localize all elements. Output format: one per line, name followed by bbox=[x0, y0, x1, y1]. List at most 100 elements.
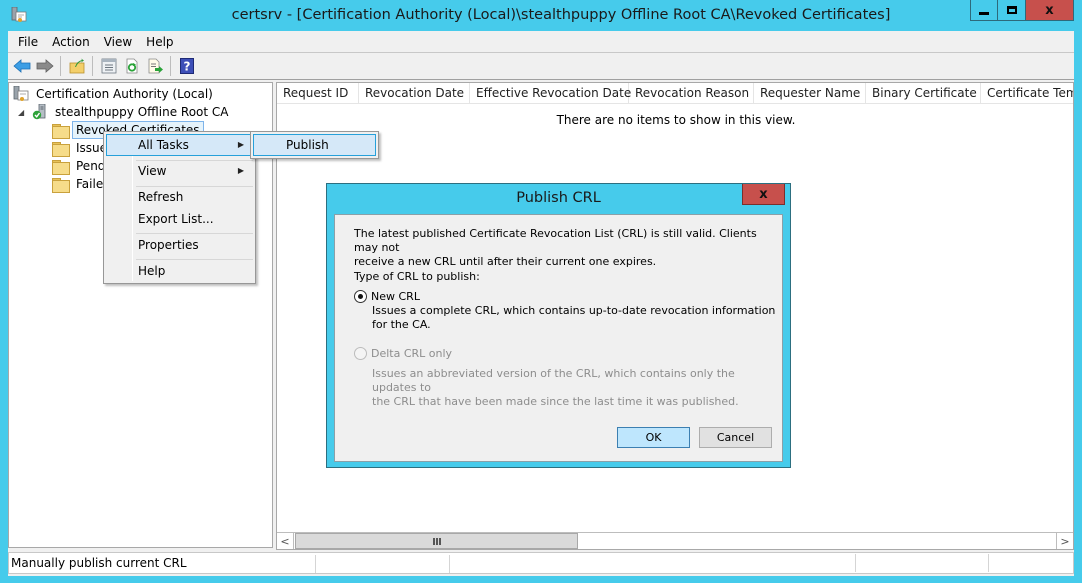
context-menu-help[interactable]: Help bbox=[106, 260, 253, 282]
help-icon: ? bbox=[179, 58, 194, 74]
folder-icon bbox=[52, 177, 70, 193]
cancel-button[interactable]: Cancel bbox=[699, 427, 772, 448]
forward-arrow-icon bbox=[36, 59, 54, 73]
expanded-chevron-icon[interactable]: ◢ bbox=[18, 108, 28, 117]
status-divider bbox=[988, 554, 989, 572]
delta-crl-description: Issues an abbreviated version of the CRL… bbox=[372, 367, 782, 409]
delta-crl-label: Delta CRL only bbox=[371, 347, 453, 360]
scroll-right-button[interactable]: > bbox=[1056, 533, 1073, 549]
close-button[interactable]: x bbox=[1026, 0, 1074, 21]
column-header-revocation-date[interactable]: Revocation Date bbox=[359, 83, 470, 104]
status-divider bbox=[449, 555, 450, 573]
context-menu-refresh[interactable]: Refresh bbox=[106, 186, 253, 208]
context-menu: All Tasks ▶ View ▶ Refresh Export List..… bbox=[103, 131, 256, 284]
chevron-right-icon: > bbox=[1060, 534, 1070, 548]
delta-crl-radio[interactable] bbox=[354, 347, 367, 360]
status-divider bbox=[855, 554, 856, 572]
column-header-certificate-template[interactable]: Certificate Template bbox=[981, 83, 1073, 104]
menu-item-label: Properties bbox=[138, 238, 199, 252]
chevron-left-icon: < bbox=[280, 534, 290, 548]
back-arrow-icon bbox=[12, 59, 30, 73]
new-crl-radio[interactable] bbox=[354, 290, 367, 303]
refresh-button[interactable] bbox=[121, 56, 142, 77]
new-crl-label[interactable]: New CRL bbox=[371, 290, 420, 304]
horizontal-scrollbar[interactable]: < > bbox=[277, 532, 1073, 549]
title-bar: certsrv - [Certification Authority (Loca… bbox=[0, 0, 1082, 32]
menu-bar: File Action View Help bbox=[8, 31, 1074, 53]
folder-icon bbox=[52, 123, 70, 139]
ca-server-icon bbox=[32, 104, 46, 120]
certificate-authority-icon bbox=[13, 86, 29, 101]
dialog-message-line: The latest published Certificate Revocat… bbox=[354, 227, 757, 254]
export-list-button[interactable] bbox=[144, 56, 165, 77]
menu-action[interactable]: Action bbox=[45, 32, 97, 52]
all-tasks-submenu: Publish bbox=[250, 131, 379, 159]
option-description-line: the CRL that have been made since the la… bbox=[372, 395, 739, 408]
console-tree-icon bbox=[101, 58, 116, 74]
tree-node-certification-authority[interactable]: Certification Authority (Local) bbox=[13, 85, 217, 103]
menu-item-label: All Tasks bbox=[138, 138, 189, 152]
toolbar-separator bbox=[170, 56, 171, 76]
menu-help[interactable]: Help bbox=[139, 32, 180, 52]
window-controls: x bbox=[970, 0, 1074, 21]
menu-file[interactable]: File bbox=[11, 32, 45, 52]
close-icon: x bbox=[759, 186, 768, 202]
new-crl-description: Issues a complete CRL, which contains up… bbox=[372, 304, 775, 332]
folder-icon bbox=[52, 159, 70, 175]
up-folder-icon bbox=[69, 58, 84, 74]
folder-icon bbox=[52, 141, 70, 157]
submenu-publish[interactable]: Publish bbox=[253, 134, 376, 156]
context-menu-all-tasks[interactable]: All Tasks ▶ bbox=[106, 134, 253, 156]
export-list-icon bbox=[148, 58, 163, 74]
context-menu-view[interactable]: View ▶ bbox=[106, 160, 253, 182]
tree-label: stealthpuppy Offline Root CA bbox=[55, 105, 229, 119]
column-header-binary-certificate[interactable]: Binary Certificate bbox=[866, 83, 981, 104]
back-button[interactable] bbox=[11, 56, 32, 77]
column-header-request-id[interactable]: Request ID bbox=[277, 83, 359, 104]
scroll-left-button[interactable]: < bbox=[277, 533, 294, 549]
dialog-close-button[interactable]: x bbox=[742, 184, 785, 205]
column-header-revocation-reason[interactable]: Revocation Reason bbox=[629, 83, 754, 104]
maximize-button[interactable] bbox=[998, 0, 1026, 21]
menu-item-label: Refresh bbox=[138, 190, 184, 204]
column-header-row: Request ID Revocation Date Effective Rev… bbox=[277, 83, 1073, 104]
column-header-effective-revocation-date[interactable]: Effective Revocation Date bbox=[470, 83, 631, 104]
option-description-line: Issues a complete CRL, which contains up… bbox=[372, 304, 776, 317]
publish-crl-dialog: Publish CRL x The latest published Certi… bbox=[326, 183, 791, 468]
refresh-icon bbox=[126, 58, 137, 74]
up-one-level-button[interactable] bbox=[66, 56, 87, 77]
toolbar-separator bbox=[92, 56, 93, 76]
show-hide-console-tree-button[interactable] bbox=[98, 56, 119, 77]
context-menu-properties[interactable]: Properties bbox=[106, 234, 253, 256]
submenu-arrow-icon: ▶ bbox=[237, 140, 244, 149]
tree-node-ca[interactable]: ◢ stealthpuppy Offline Root CA bbox=[18, 103, 232, 121]
dialog-message: The latest published Certificate Revocat… bbox=[354, 227, 782, 269]
minimize-button[interactable] bbox=[970, 0, 998, 21]
scrollbar-thumb[interactable] bbox=[295, 533, 578, 549]
status-text: Manually publish current CRL bbox=[11, 556, 187, 570]
menu-view[interactable]: View bbox=[97, 32, 139, 52]
menu-item-label: View bbox=[138, 164, 167, 178]
grip-icon bbox=[432, 537, 441, 545]
crl-type-label: Type of CRL to publish: bbox=[354, 270, 480, 283]
menu-item-label: Export List... bbox=[138, 212, 214, 226]
window-title: certsrv - [Certification Authority (Loca… bbox=[231, 7, 891, 23]
toolbar: ? bbox=[8, 53, 1074, 80]
status-divider bbox=[315, 555, 316, 573]
help-button[interactable]: ? bbox=[176, 56, 197, 77]
context-menu-export-list[interactable]: Export List... bbox=[106, 208, 253, 230]
menu-item-label: Publish bbox=[286, 138, 329, 152]
maximize-icon bbox=[1006, 6, 1017, 14]
svg-text:?: ? bbox=[183, 60, 190, 74]
ok-button[interactable]: OK bbox=[617, 427, 690, 448]
close-icon: x bbox=[1045, 2, 1054, 18]
dialog-body: The latest published Certificate Revocat… bbox=[334, 214, 783, 462]
tree-label: Certification Authority (Local) bbox=[36, 87, 213, 101]
column-header-requester-name[interactable]: Requester Name bbox=[754, 83, 866, 104]
menu-item-label: Help bbox=[138, 264, 166, 278]
submenu-arrow-icon: ▶ bbox=[237, 166, 244, 175]
toolbar-separator bbox=[60, 56, 61, 76]
forward-button[interactable] bbox=[34, 56, 55, 77]
minimize-icon bbox=[979, 11, 989, 15]
status-bar: Manually publish current CRL bbox=[8, 552, 1074, 574]
